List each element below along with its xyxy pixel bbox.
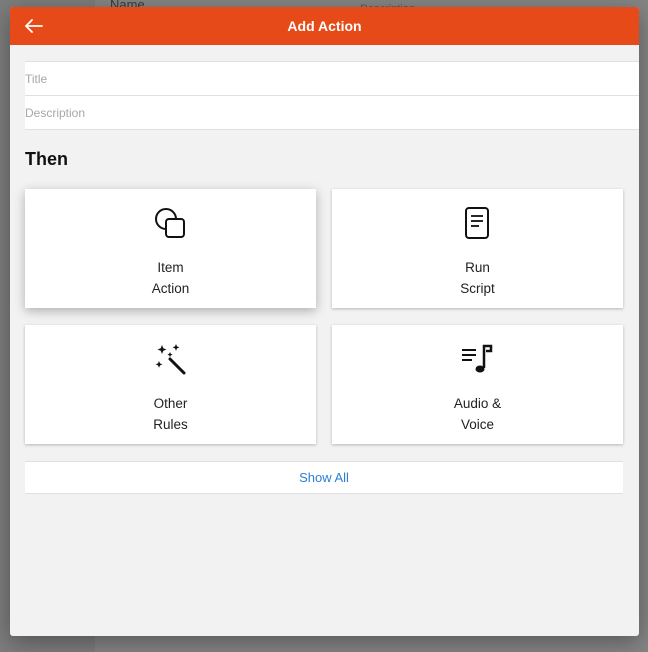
title-field-row: [25, 61, 639, 95]
other-rules-card[interactable]: Other Rules: [25, 325, 316, 444]
music-note-icon: [457, 341, 497, 377]
add-action-dialog: Add Action Then Item Action: [10, 7, 639, 636]
item-action-card[interactable]: Item Action: [25, 189, 316, 308]
show-all-button[interactable]: Show All: [25, 461, 623, 494]
script-icon: [457, 205, 497, 241]
run-script-card[interactable]: Run Script: [332, 189, 623, 308]
dialog-header: Add Action: [10, 7, 639, 45]
item-action-label: Item Action: [151, 260, 190, 296]
description-field-row: [25, 95, 639, 129]
then-section-title: Then: [25, 149, 68, 169]
audio-voice-card[interactable]: Audio & Voice: [332, 325, 623, 444]
form-divider: [25, 129, 639, 130]
run-script-label: Run Script: [460, 260, 495, 296]
dialog-title: Add Action: [287, 18, 362, 34]
description-input[interactable]: [25, 96, 615, 129]
other-rules-label: Other Rules: [153, 396, 188, 432]
audio-voice-label: Audio & Voice: [453, 396, 502, 432]
magic-wand-icon: [150, 341, 190, 377]
title-input[interactable]: [25, 62, 615, 95]
item-action-icon: [150, 205, 190, 241]
action-form: [25, 61, 639, 130]
